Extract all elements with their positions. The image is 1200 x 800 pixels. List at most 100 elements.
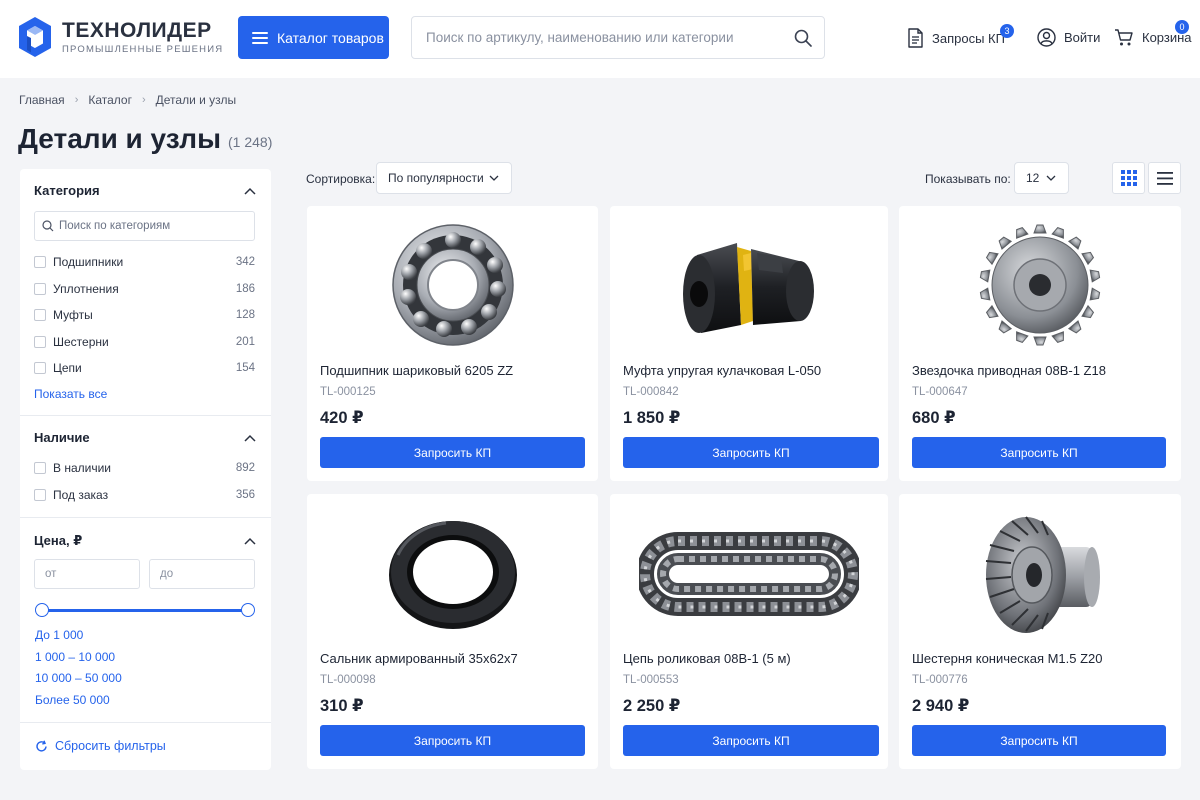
checkbox[interactable] [34,283,46,295]
price-range-link[interactable]: 10 000 – 50 000 [35,671,122,685]
grid-view-button[interactable] [1112,162,1145,194]
divider [20,415,271,416]
request-quote-button[interactable]: Запросить КП [623,725,879,756]
search-icon[interactable] [794,29,812,47]
product-card[interactable]: Сальник армированный 35x62x7 TL-000098 3… [307,494,598,769]
product-name[interactable]: Звездочка приводная 08B-1 Z18 [912,363,1106,378]
product-name[interactable]: Цепь роликовая 08B-1 (5 м) [623,651,791,666]
product-count: (1 248) [228,134,273,150]
availability-label: Под заказ [53,488,109,502]
product-name[interactable]: Подшипник шариковый 6205 ZZ [320,363,513,378]
product-price: 2 250 ₽ [623,697,681,715]
product-sku: TL-000098 [320,674,376,686]
product-name[interactable]: Муфта упругая кулачковая L-050 [623,363,821,378]
sort-value: По популярности [388,171,484,185]
request-quote-button[interactable]: Запросить КП [623,437,879,468]
per-page-label: Показывать по: [925,172,1011,186]
request-quote-button[interactable]: Запросить КП [912,437,1166,468]
product-sku: TL-000842 [623,386,679,398]
chevron-up-icon [244,537,256,545]
price-range-link[interactable]: 1 000 – 10 000 [35,650,115,664]
breadcrumb-catalog[interactable]: Каталог [88,93,132,107]
price-range-link[interactable]: Более 50 000 [35,693,110,707]
product-sku: TL-000125 [320,386,376,398]
checkbox[interactable] [34,256,46,268]
availability-checkbox-row[interactable]: В наличии 892 [34,461,255,475]
checkbox[interactable] [34,362,46,374]
product-sku: TL-000776 [912,674,968,686]
product-card[interactable]: Шестерня коническая M1.5 Z20 TL-000776 2… [899,494,1181,769]
category-search-input[interactable] [59,212,249,240]
logo-hexagon-icon [19,17,51,57]
category-checkbox-row[interactable]: Цепи 154 [34,361,255,375]
product-price: 310 ₽ [320,697,364,715]
product-name[interactable]: Сальник армированный 35x62x7 [320,651,518,666]
reset-filters-button[interactable]: Сбросить фильтры [35,739,166,753]
product-name[interactable]: Шестерня коническая M1.5 Z20 [912,651,1103,666]
availability-checkbox-row[interactable]: Под заказ 356 [34,488,255,502]
checkbox[interactable] [34,309,46,321]
category-label: Уплотнения [53,282,119,296]
coupling-image[interactable] [610,214,888,356]
logo[interactable]: ТЕХНОЛИДЕР ПРОМЫШЛЕННЫЕ РЕШЕНИЯ [18,16,223,58]
request-quote-button[interactable]: Запросить КП [320,725,585,756]
checkbox[interactable] [34,336,46,348]
sort-label: Сортировка: [306,172,376,186]
sort-select[interactable]: По популярности [376,162,512,194]
product-card[interactable]: Звездочка приводная 08B-1 Z18 TL-000647 … [899,206,1181,481]
roller-chain-image[interactable] [610,502,888,644]
chevron-up-icon [244,434,256,442]
product-price: 2 940 ₽ [912,697,970,715]
filter-category-title: Категория [34,183,100,198]
oil-seal-image[interactable] [307,502,598,644]
category-label: Муфты [53,308,93,322]
price-to-input[interactable] [150,560,254,588]
availability-count: 356 [235,489,255,501]
price-range-min-handle[interactable] [35,603,49,617]
quotes-link[interactable]: Запросы КП [907,28,1005,48]
bevel-gear-image[interactable] [899,502,1181,644]
catalog-button[interactable]: Каталог товаров [238,16,389,59]
chevron-down-icon [489,175,499,181]
sprocket-image[interactable] [899,214,1181,356]
product-card[interactable]: Подшипник шариковый 6205 ZZ TL-000125 42… [307,206,598,481]
list-view-button[interactable] [1148,162,1181,194]
chevron-right-icon: › [74,94,79,106]
checkbox[interactable] [34,489,46,501]
category-checkbox-row[interactable]: Шестерни 201 [34,335,255,349]
filter-price-header[interactable]: Цена, ₽ [34,533,256,549]
category-label: Шестерни [53,335,109,349]
category-checkbox-row[interactable]: Муфты 128 [34,308,255,322]
category-checkbox-row[interactable]: Подшипники 342 [34,255,255,269]
site-header: ТЕХНОЛИДЕР ПРОМЫШЛЕННЫЕ РЕШЕНИЯ Каталог … [0,0,1200,78]
category-search [34,211,255,241]
price-range-link[interactable]: До 1 000 [35,628,83,642]
per-page-select[interactable]: 12 [1014,162,1069,194]
chevron-down-icon [1046,175,1056,181]
price-from-input[interactable] [35,560,139,588]
category-checkbox-row[interactable]: Уплотнения 186 [34,282,255,296]
category-count: 186 [235,283,255,295]
product-card[interactable]: Цепь роликовая 08B-1 (5 м) TL-000553 2 2… [610,494,888,769]
login-link[interactable]: Войти [1037,28,1100,47]
menu-icon [252,31,268,44]
search-box [411,16,825,59]
price-range-track[interactable] [41,609,248,612]
filter-availability-header[interactable]: Наличие [34,430,256,445]
price-range-max-handle[interactable] [241,603,255,617]
request-quote-button[interactable]: Запросить КП [912,725,1166,756]
request-quote-button[interactable]: Запросить КП [320,437,585,468]
product-sku: TL-000553 [623,674,679,686]
show-all-categories-link[interactable]: Показать все [34,387,107,401]
logo-tagline: ПРОМЫШЛЕННЫЕ РЕШЕНИЯ [62,43,224,55]
search-input[interactable] [412,17,782,58]
breadcrumb-home[interactable]: Главная [19,93,65,107]
grid-icon [1120,170,1137,186]
checkbox[interactable] [34,462,46,474]
bearing-image[interactable] [307,214,598,356]
cart-badge: 0 [1175,20,1189,34]
filter-category-header[interactable]: Категория [34,183,256,198]
product-card[interactable]: Муфта упругая кулачковая L-050 TL-000842… [610,206,888,481]
category-count: 154 [235,362,255,374]
document-icon [908,28,923,48]
